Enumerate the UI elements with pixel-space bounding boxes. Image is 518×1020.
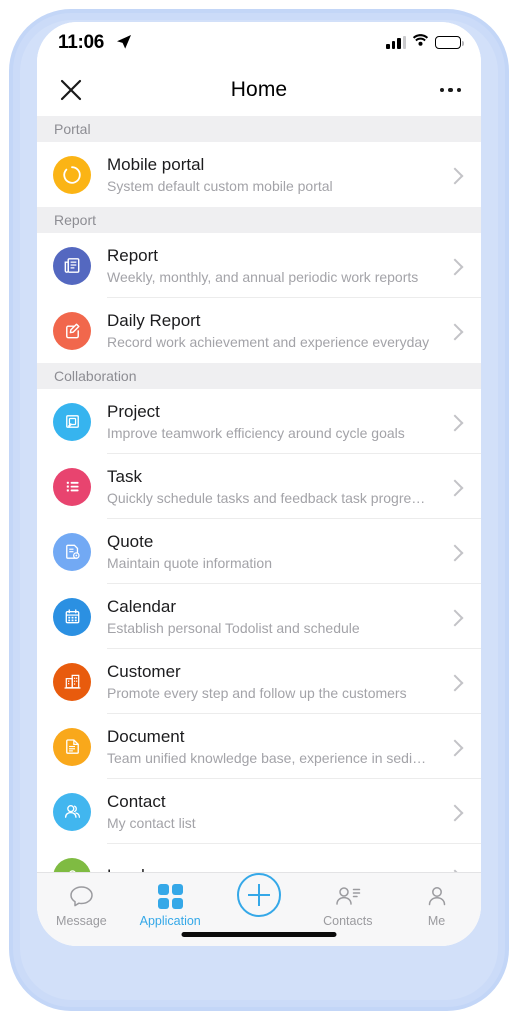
list-item-subtitle: My contact list — [107, 815, 196, 831]
message-bubble-icon — [68, 882, 95, 910]
more-options-icon[interactable] — [439, 87, 461, 93]
list-item-mobile-portal[interactable]: Mobile portal System default custom mobi… — [37, 142, 481, 207]
list-item-subtitle: Improve teamwork efficiency around cycle… — [107, 425, 405, 441]
tab-message[interactable]: Message — [37, 882, 126, 928]
tab-label: Application — [139, 914, 201, 928]
navigation-bar: Home — [37, 64, 481, 116]
document-icon — [53, 727, 91, 766]
quote-document-icon — [53, 532, 91, 571]
list-item-customer[interactable]: Customer Promote every step and follow u… — [37, 649, 481, 714]
tab-label: Contacts — [323, 914, 373, 928]
list-item-title: Quote — [107, 532, 154, 551]
location-arrow-icon — [116, 34, 132, 55]
application-grid-icon — [157, 882, 183, 910]
tab-application[interactable]: Application — [126, 882, 215, 928]
wifi-icon — [412, 33, 429, 51]
section-header-report: Report — [37, 207, 481, 233]
chevron-right-icon — [443, 649, 467, 714]
status-time: 11:06 — [58, 32, 105, 53]
customer-building-icon — [53, 662, 91, 701]
tab-label: Message — [56, 914, 107, 928]
report-document-icon — [53, 246, 91, 285]
list-item-subtitle: Team unified knowledge base, experience … — [107, 750, 427, 766]
task-list-icon — [53, 467, 91, 506]
add-plus-icon — [236, 872, 281, 917]
list-item-subtitle: Promote every step and follow up the cus… — [107, 685, 407, 701]
contacts-icon — [334, 882, 362, 910]
chevron-right-icon — [443, 519, 467, 584]
project-layers-icon — [53, 402, 91, 441]
list-item-title: Document — [107, 727, 185, 746]
tab-me[interactable]: Me — [392, 882, 481, 928]
chevron-right-icon — [443, 714, 467, 779]
home-indicator — [181, 932, 337, 937]
section-header-collaboration: Collaboration — [37, 363, 481, 389]
list-item-subtitle: Maintain quote information — [107, 555, 272, 571]
cellular-signal-icon — [386, 35, 406, 49]
battery-full-icon — [435, 35, 464, 49]
profile-person-icon — [424, 882, 450, 910]
application-list[interactable]: Portal Mobile portal System default cust… — [37, 116, 481, 894]
list-item-title: Report — [107, 246, 159, 265]
list-item-title: Mobile portal — [107, 155, 205, 174]
list-item-document[interactable]: Document Team unified knowledge base, ex… — [37, 714, 481, 779]
list-item-title: Contact — [107, 792, 166, 811]
tab-label: Me — [427, 914, 446, 928]
list-item-subtitle: System default custom mobile portal — [107, 178, 333, 194]
list-item-task[interactable]: Task Quickly schedule tasks and feedback… — [37, 454, 481, 519]
add-button[interactable] — [215, 872, 304, 917]
chevron-right-icon — [443, 454, 467, 519]
close-icon[interactable] — [57, 76, 85, 104]
chevron-right-icon — [443, 779, 467, 844]
phone-screen: 11:06 Home Portal Mobile portal System d… — [37, 22, 481, 946]
list-item-report[interactable]: Report Weekly, monthly, and annual perio… — [37, 233, 481, 298]
chevron-right-icon — [443, 389, 467, 454]
section-header-portal: Portal — [37, 116, 481, 142]
chevron-right-icon — [443, 298, 467, 363]
list-item-calendar[interactable]: Calendar Establish personal Todolist and… — [37, 584, 481, 649]
list-item-quote[interactable]: Quote Maintain quote information — [37, 519, 481, 584]
list-item-subtitle: Weekly, monthly, and annual periodic wor… — [107, 269, 419, 285]
page-title: Home — [230, 78, 288, 101]
calendar-icon — [53, 597, 91, 636]
list-item-title: Project — [107, 402, 160, 421]
mobile-portal-icon — [53, 155, 91, 194]
chevron-right-icon — [443, 142, 467, 207]
list-item-subtitle: Record work achievement and experience e… — [107, 334, 430, 350]
list-item-title: Calendar — [107, 597, 176, 616]
chevron-right-icon — [443, 233, 467, 298]
list-item-title: Daily Report — [107, 311, 201, 330]
list-item-daily-report[interactable]: Daily Report Record work achievement and… — [37, 298, 481, 363]
list-item-contact[interactable]: Contact My contact list — [37, 779, 481, 844]
list-item-subtitle: Establish personal Todolist and schedule — [107, 620, 360, 636]
tab-contacts[interactable]: Contacts — [303, 882, 392, 928]
status-indicators — [386, 33, 464, 51]
list-item-title: Task — [107, 467, 142, 486]
list-item-title: Customer — [107, 662, 181, 681]
contact-people-icon — [53, 792, 91, 831]
list-item-project[interactable]: Project Improve teamwork efficiency arou… — [37, 389, 481, 454]
chevron-right-icon — [443, 584, 467, 649]
daily-report-edit-icon — [53, 311, 91, 350]
status-bar: 11:06 — [37, 22, 481, 64]
list-item-subtitle: Quickly schedule tasks and feedback task… — [107, 490, 426, 506]
